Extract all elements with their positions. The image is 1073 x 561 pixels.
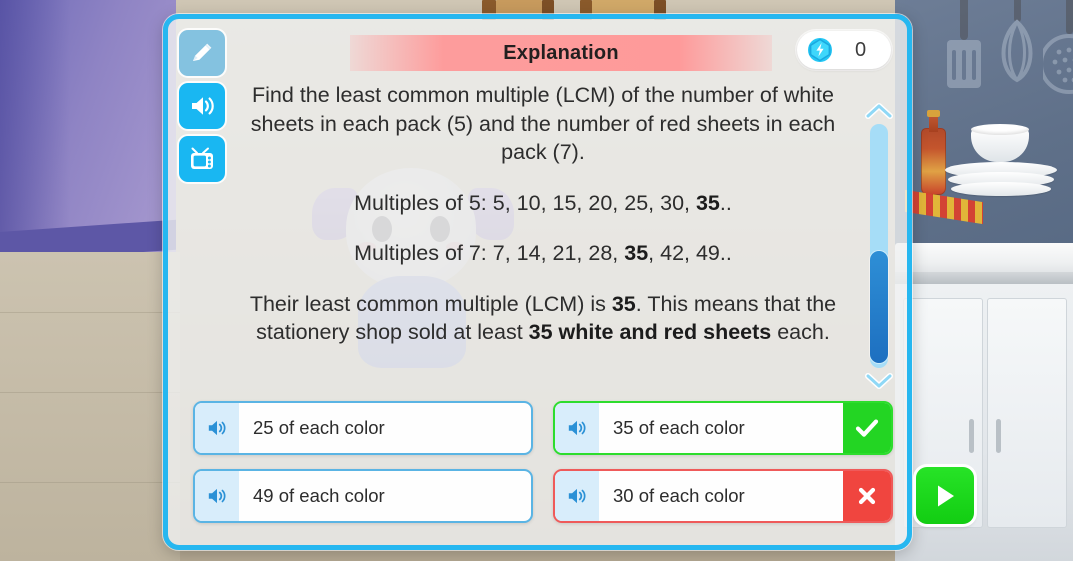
continue-button[interactable] [916,467,974,524]
pencil-icon [193,43,212,61]
option-audio-button[interactable] [195,471,239,521]
explanation-paragraph-4: Their least common multiple (LCM) is 35.… [238,290,848,347]
gem-counter[interactable]: 0 [797,31,891,69]
read-aloud-button[interactable] [179,83,225,129]
page-title: Explanation [503,41,619,64]
multiples-of-7-prefix: Multiples of 7: 7, 14, 21, 28, [354,241,625,265]
explanation-paragraph-1: Find the least common multiple (LCM) of … [238,81,848,167]
multiples-of-5-prefix: Multiples of 5: 5, 10, 15, 20, 25, 30, [354,190,696,215]
explanation-paragraph-2: Multiples of 5: 5, 10, 15, 20, 25, 30, 3… [238,189,848,218]
scroll-down-button[interactable] [865,371,893,391]
multiples-of-7-suffix: , 42, 49.. [648,241,732,265]
answer-options: 25 of each color 35 of each color 49 of … [193,401,893,523]
tv-icon [191,147,213,169]
play-icon [938,485,954,506]
game-screen: Explanation 0 Find the least common mult… [0,0,1073,561]
speaker-icon [568,488,586,504]
floor-left [0,252,180,561]
lcm-conclusion: 35 white and red sheets [528,320,772,344]
lcm-prefix: Their least common multiple (LCM) is [249,291,612,316]
correct-badge [843,403,891,453]
explanation-text: Find the least common multiple (LCM) of … [250,83,836,164]
speaker-icon [568,420,586,436]
draw-tool-button[interactable] [179,30,225,76]
explanation-scrollbar[interactable] [865,101,893,391]
option-label: 35 of each color [613,417,745,438]
kitchen-plates [945,124,1057,200]
lcm-suffix: each. [771,320,830,344]
option-label: 49 of each color [253,485,385,506]
multiples-of-5-suffix: .. [719,190,732,215]
option-label: 25 of each color [253,417,385,438]
gem-icon [808,38,832,62]
whisk-icon [1001,0,1033,83]
option-audio-button[interactable] [195,403,239,453]
multiples-of-7-highlight: 35 [624,241,649,265]
watch-video-button[interactable] [179,136,225,182]
chevron-up-icon [865,103,893,119]
gem-count-label: 0 [854,38,867,61]
speaker-icon [208,420,226,436]
multiples-of-5-highlight: 35 [695,190,720,215]
incorrect-badge [843,471,891,521]
tool-rail [179,30,225,182]
speaker-icon [192,97,214,115]
explanation-paragraph-3: Multiples of 7: 7, 14, 21, 28, 35, 42, 4… [238,239,848,268]
chevron-down-icon [865,373,893,389]
strainer-icon [1043,0,1073,94]
answer-option-3[interactable]: 49 of each color [193,469,533,523]
speaker-icon [208,488,226,504]
kitchen-bottle [921,110,946,195]
answer-option-4[interactable]: 30 of each color [553,469,893,523]
close-icon [858,487,876,505]
option-label: 30 of each color [613,485,745,506]
explanation-modal: Explanation 0 Find the least common mult… [163,14,912,550]
option-audio-button[interactable] [555,471,599,521]
option-audio-button[interactable] [555,403,599,453]
answer-option-2[interactable]: 35 of each color [553,401,893,455]
spatula-icon [947,0,981,88]
scroll-track[interactable] [870,124,888,368]
scroll-thumb[interactable] [870,250,888,364]
lcm-value: 35 [611,291,636,316]
scroll-up-button[interactable] [865,101,893,121]
explanation-title-banner: Explanation [350,35,772,71]
explanation-body: Find the least common multiple (LCM) of … [238,81,848,347]
check-icon [855,419,879,437]
answer-option-1[interactable]: 25 of each color [193,401,533,455]
